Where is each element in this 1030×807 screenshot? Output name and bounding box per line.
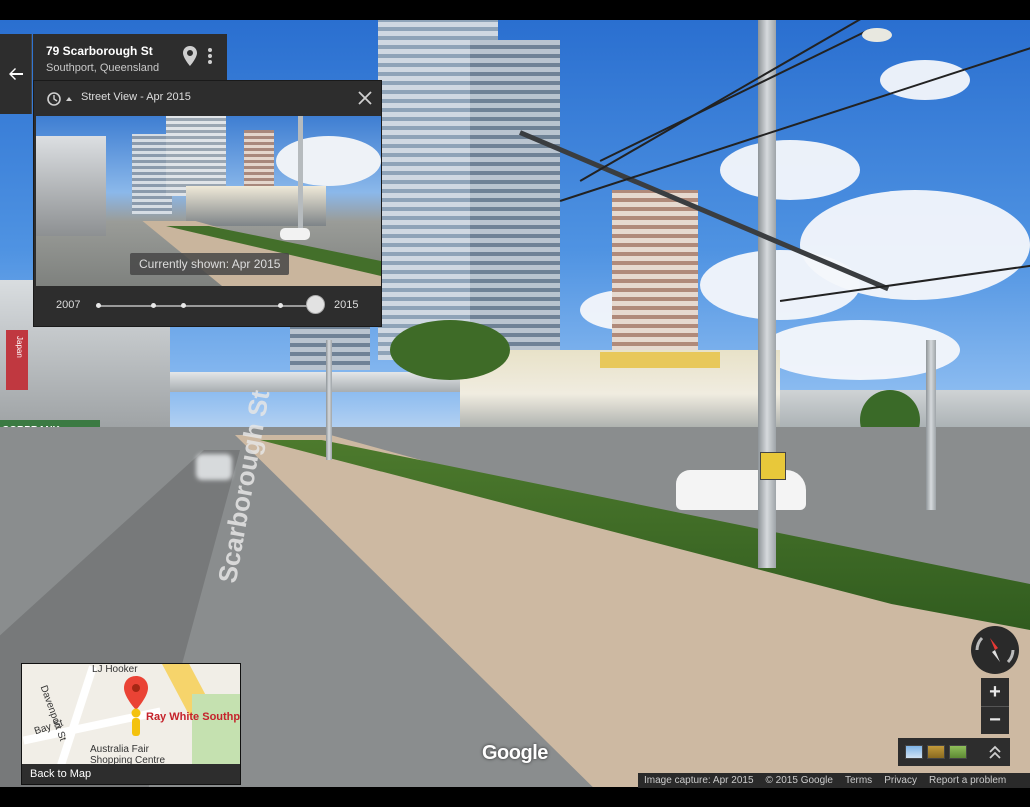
back-button[interactable] bbox=[0, 34, 32, 114]
map-label: LJ Hooker bbox=[92, 664, 138, 675]
preview-cloud bbox=[276, 136, 381, 186]
high-rise-tower bbox=[612, 190, 698, 360]
timeline-date-marker[interactable] bbox=[278, 303, 283, 308]
cloud bbox=[700, 250, 860, 320]
light-pole bbox=[326, 340, 332, 460]
pegman-icon bbox=[131, 708, 141, 736]
terms-link[interactable]: Terms bbox=[839, 775, 878, 786]
cloud bbox=[720, 140, 860, 200]
more-vert-icon[interactable] bbox=[205, 46, 215, 66]
image-capture-date: Image capture: Apr 2015 bbox=[644, 775, 754, 786]
sign-pole bbox=[926, 340, 936, 510]
close-icon[interactable] bbox=[357, 90, 373, 106]
preview-pole bbox=[298, 116, 303, 234]
place-map-label: Ray White Southp bbox=[146, 711, 241, 723]
map-label: Australia Fair bbox=[90, 744, 149, 755]
high-rise-tower bbox=[470, 40, 560, 360]
store-sign: Japan bbox=[6, 330, 28, 390]
map-pin-icon bbox=[124, 676, 148, 710]
preview-tower bbox=[166, 116, 226, 196]
timeline-date-marker[interactable] bbox=[151, 303, 156, 308]
time-machine-preview[interactable]: Currently shown: Apr 2015 bbox=[36, 116, 381, 286]
report-problem-link[interactable]: Report a problem bbox=[923, 775, 1012, 786]
preview-building bbox=[186, 186, 326, 226]
double-chevron-up-icon[interactable] bbox=[988, 744, 1002, 760]
footer-bar: Image capture: Apr 2015 © 2015 Google Te… bbox=[638, 773, 1030, 788]
cloud bbox=[880, 60, 970, 100]
park-area bbox=[192, 694, 240, 774]
zoom-in-button[interactable]: + bbox=[981, 678, 1009, 706]
blurred-car bbox=[196, 454, 232, 480]
copyright-text: © 2015 Google bbox=[765, 775, 833, 786]
timeline-track[interactable] bbox=[98, 305, 316, 307]
timeline-end-year: 2015 bbox=[334, 299, 359, 311]
timeline-date-marker[interactable] bbox=[181, 303, 186, 308]
place-title: 79 Scarborough St bbox=[46, 44, 153, 58]
place-subtitle: Southport, Queensland bbox=[46, 62, 160, 74]
layer-thumbnail[interactable] bbox=[927, 745, 945, 759]
zoom-out-button[interactable]: − bbox=[981, 706, 1009, 734]
preview-building bbox=[36, 136, 106, 236]
imagery-strip bbox=[898, 738, 1010, 766]
layer-thumbnail[interactable] bbox=[949, 745, 967, 759]
time-machine-title: Street View - Apr 2015 bbox=[81, 91, 191, 103]
overhead-wire bbox=[599, 28, 870, 162]
privacy-link[interactable]: Privacy bbox=[878, 775, 923, 786]
palm-tree bbox=[390, 320, 510, 380]
history-clock-icon[interactable] bbox=[46, 91, 72, 107]
compass-icon[interactable] bbox=[971, 626, 1019, 674]
tram-sign bbox=[760, 452, 786, 480]
tram-pole bbox=[758, 20, 776, 568]
layer-thumbnail[interactable] bbox=[905, 745, 923, 759]
google-logo: Google bbox=[482, 742, 548, 764]
timeline-slider-handle[interactable] bbox=[306, 295, 325, 314]
building-sign bbox=[600, 352, 720, 368]
location-pin-icon[interactable] bbox=[183, 46, 197, 66]
timeline-date-marker[interactable] bbox=[96, 303, 101, 308]
minimap[interactable]: LJ Hooker Davenport St Bay St Australia … bbox=[21, 663, 241, 785]
place-card: 79 Scarborough St Southport, Queensland bbox=[33, 34, 227, 80]
arrow-left-icon bbox=[8, 68, 23, 80]
street-lamp bbox=[862, 28, 892, 42]
white-car bbox=[676, 470, 806, 510]
current-date-tooltip: Currently shown: Apr 2015 bbox=[130, 253, 290, 275]
time-machine-panel: Street View - Apr 2015 Currently shown: … bbox=[33, 80, 382, 327]
timeline-start-year: 2007 bbox=[56, 299, 81, 311]
back-to-map-link[interactable]: Back to Map bbox=[22, 764, 240, 784]
preview-car bbox=[280, 228, 310, 240]
